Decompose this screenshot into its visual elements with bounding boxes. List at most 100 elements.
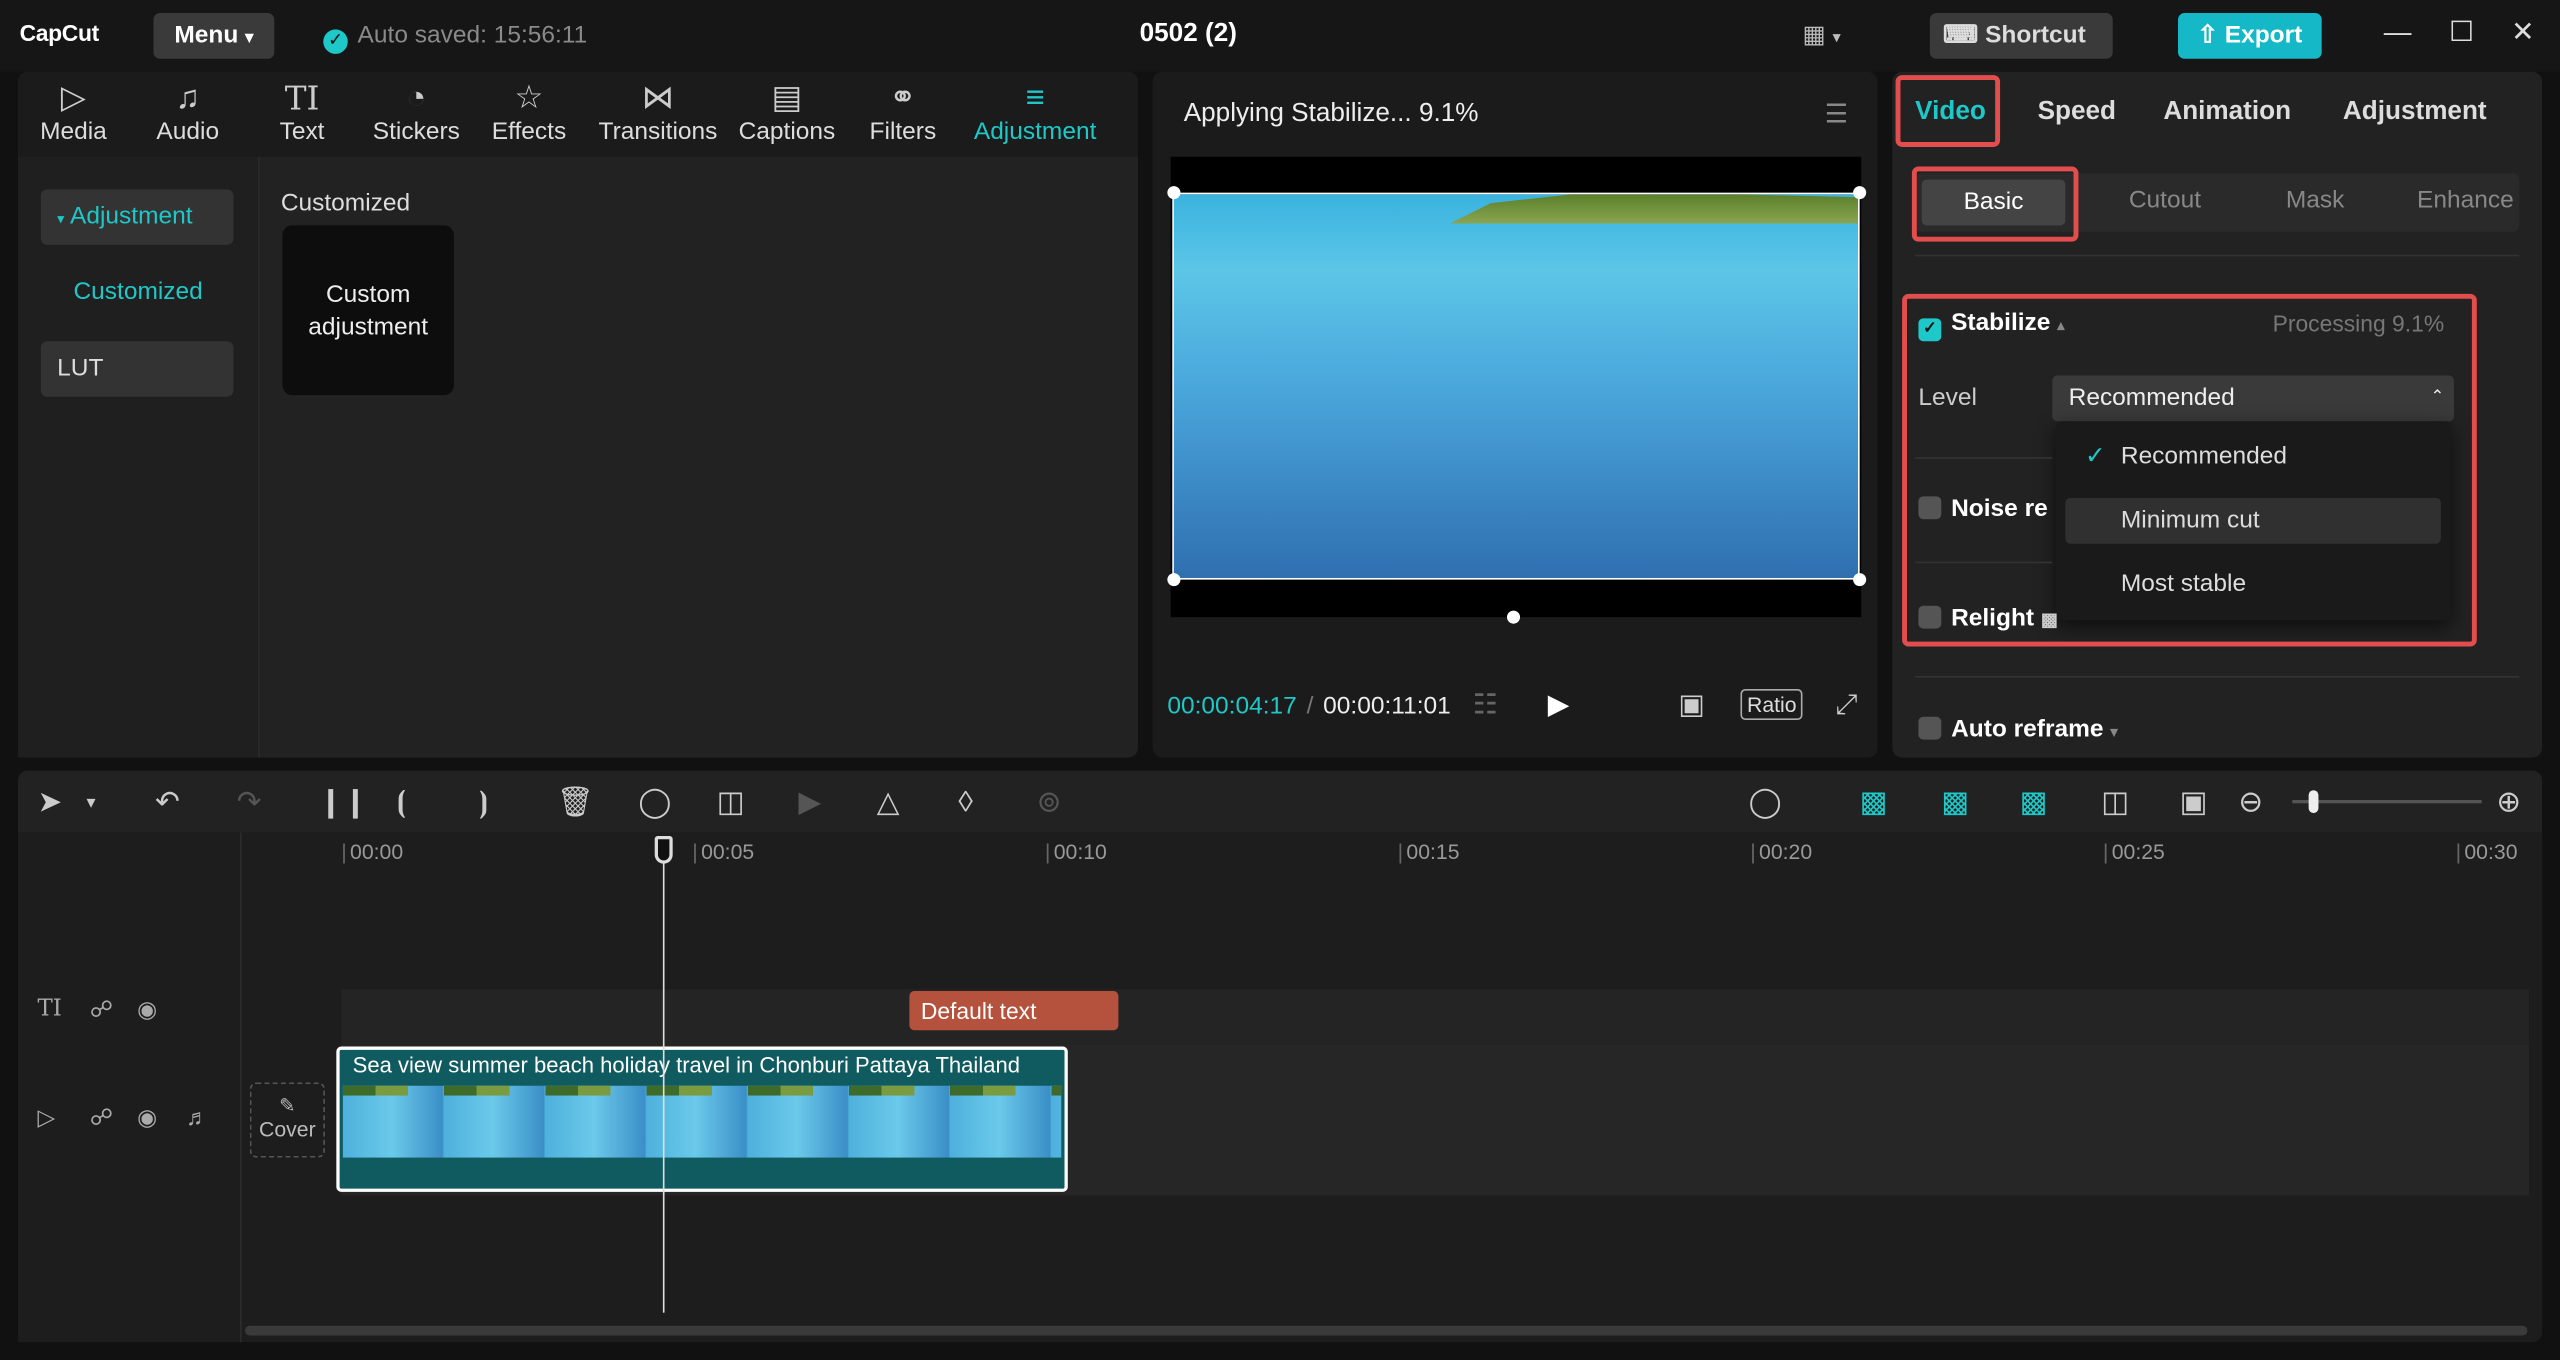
grid-view-icon[interactable]: ☷ <box>1473 689 1498 722</box>
sidebar-item-lut[interactable]: LUT <box>40 341 234 397</box>
layout-icon[interactable]: ▦ ▾ <box>1803 20 1841 49</box>
auto-reframe-toggle[interactable]: Auto reframe ▾ <box>1918 715 2118 743</box>
resize-handle[interactable] <box>1853 573 1867 587</box>
timecode: 00:00:04:17 / 00:00:11:01 <box>1167 692 1450 720</box>
tab-audio[interactable]: ♫ Audio <box>145 78 230 145</box>
mirror-icon[interactable]: △ <box>877 785 900 819</box>
chevron-down-icon: ▾ <box>245 29 254 48</box>
tab-text[interactable]: TI Text <box>260 78 345 145</box>
undo-icon[interactable]: ↶ <box>155 785 180 819</box>
timeline-scrollbar[interactable] <box>244 1325 2528 1336</box>
eye-icon[interactable]: ◉ <box>137 1104 157 1132</box>
select-cursor-icon[interactable]: ➤ <box>38 785 63 819</box>
main-track-magnet-icon[interactable]: ▩ <box>1860 785 1888 819</box>
zoom-slider[interactable] <box>2292 800 2482 804</box>
tab-animation[interactable]: Animation <box>2163 98 2291 127</box>
subtab-cutout[interactable]: Cutout <box>2090 186 2240 214</box>
split-icon[interactable]: ❙❙ <box>318 785 367 819</box>
reverse-icon[interactable]: ▶ <box>798 785 821 819</box>
export-label: Export <box>2224 21 2303 49</box>
close-icon[interactable]: ✕ <box>2511 16 2534 49</box>
tab-label: Filters <box>869 117 937 146</box>
player-status: Applying Stabilize... 9.1% <box>1183 99 1479 128</box>
resize-handle[interactable] <box>1853 186 1867 200</box>
tab-adjustment[interactable]: ≡ Adjustment <box>965 78 1105 145</box>
subtab-enhance[interactable]: Enhance <box>2390 186 2540 214</box>
text-track <box>341 989 2530 1045</box>
shortcut-button[interactable]: ⌨ Shortcut <box>1929 13 2113 59</box>
properties-panel: Video Speed Animation Adjustment Basic C… <box>1892 71 2543 758</box>
eye-icon[interactable]: ◉ <box>137 996 157 1024</box>
tab-captions[interactable]: ▤ Captions <box>733 78 841 145</box>
rotate-handle[interactable] <box>1506 610 1521 624</box>
minimize-icon[interactable]: — <box>2384 16 2412 49</box>
capcut-logo: CapCut <box>19 19 100 46</box>
hamburger-icon[interactable]: ☰ <box>1825 98 1848 131</box>
subtab-mask[interactable]: Mask <box>2240 186 2390 214</box>
text-clip[interactable]: Default text <box>909 991 1119 1031</box>
resize-handle[interactable] <box>1167 573 1181 587</box>
volume-icon[interactable]: ♬ <box>186 1104 209 1130</box>
text-icon: TI <box>284 78 320 118</box>
delete-icon[interactable]: 🗑 <box>557 785 594 819</box>
sidebar-item-adjustment[interactable]: ▾ Adjustment <box>40 189 234 245</box>
highlight-box <box>1911 166 2079 242</box>
total-time: 00:00:11:01 <box>1323 692 1451 721</box>
zoom-out-icon[interactable]: ⊖ <box>2238 785 2263 819</box>
split-preview-icon[interactable]: ◫ <box>2101 785 2129 819</box>
tab-media[interactable]: ▷ Media <box>31 78 116 145</box>
text-track-icon: TI <box>37 995 62 1023</box>
play-icon[interactable]: ▶ <box>1548 689 1569 722</box>
menu-button[interactable]: Menu ▾ <box>153 13 275 59</box>
tab-adjustment-props[interactable]: Adjustment <box>2343 98 2487 127</box>
autosave-status: ✓ Auto saved: 15:56:11 <box>323 21 587 54</box>
video-preview-frame[interactable] <box>1172 192 1860 580</box>
media-icon: ▷ <box>60 80 87 116</box>
marker-icon[interactable]: ◯ <box>638 785 671 819</box>
resize-handle[interactable] <box>1167 186 1181 200</box>
preview-axis-icon[interactable]: ▣ <box>2180 785 2208 819</box>
freeze-icon[interactable]: ◫ <box>717 785 745 819</box>
tab-filters[interactable]: ⚭ Filters <box>860 78 945 145</box>
auto-snap-icon[interactable]: ▩ <box>1941 785 1969 819</box>
split-right-icon[interactable]: ⦘ <box>478 785 488 819</box>
playhead-handle[interactable] <box>654 835 673 864</box>
zoom-slider-handle[interactable] <box>2308 790 2319 814</box>
cover-button[interactable]: ✎ Cover <box>249 1082 325 1158</box>
tab-transitions[interactable]: ⋈ Transitions <box>593 78 724 145</box>
clip-thumbnails <box>342 1085 1062 1158</box>
tab-effects[interactable]: ☆ Effects <box>483 78 574 145</box>
tab-label: Transitions <box>598 117 718 146</box>
crop-icon[interactable]: ⊚ <box>1037 785 1062 819</box>
tab-stickers[interactable]: ◔ Stickers <box>366 78 467 145</box>
microphone-icon[interactable]: ◯ <box>1749 785 1782 819</box>
autosave-text: Auto saved: 15:56:11 <box>357 21 588 49</box>
playhead[interactable] <box>662 849 665 1313</box>
highlight-box <box>1895 75 2001 147</box>
sidebar-item-customized[interactable]: Customized <box>41 264 234 320</box>
edit-icon: ✎ <box>279 1093 296 1117</box>
rotate-icon[interactable]: ◊ <box>958 785 973 819</box>
maximize-icon[interactable]: ☐ <box>2449 16 2474 49</box>
tab-speed[interactable]: Speed <box>2038 98 2116 127</box>
split-left-icon[interactable]: ⦗ <box>397 785 407 819</box>
lock-icon[interactable]: ☍ <box>90 996 113 1024</box>
shortcut-label: Shortcut <box>1985 21 2086 49</box>
ratio-button[interactable]: Ratio <box>1740 688 1804 721</box>
ruler-tick: 00:05 <box>692 839 754 863</box>
timeline-toolbar: ➤ ▾ ↶ ↷ ❙❙ ⦗ ⦘ 🗑 ◯ ◫ ▶ △ ◊ ⊚ ◯ ▩ ▩ ▩ ◫ ▣… <box>17 770 2543 833</box>
fullscreen-icon[interactable]: ⤢ <box>1835 689 1857 722</box>
lock-icon[interactable]: ☍ <box>90 1104 113 1132</box>
project-title[interactable]: 0502 (2) <box>1140 20 1237 49</box>
tab-label: Audio <box>156 117 220 146</box>
linkage-icon[interactable]: ▩ <box>2020 785 2048 819</box>
video-clip[interactable]: Sea view summer beach holiday travel in … <box>336 1046 1068 1192</box>
ruler-tick: 00:10 <box>1045 839 1107 863</box>
zoom-in-icon[interactable]: ⊕ <box>2496 785 2521 819</box>
chevron-down-icon[interactable]: ▾ <box>87 792 96 813</box>
export-button[interactable]: ⇧ Export <box>2178 13 2322 59</box>
redo-icon[interactable]: ↷ <box>237 785 262 819</box>
fit-view-icon[interactable]: ▣ <box>1678 689 1704 722</box>
custom-adjustment-card[interactable]: Custom adjustment <box>282 225 454 396</box>
player-panel: Applying Stabilize... 9.1% ☰ 00:00:04:17… <box>1152 71 1878 758</box>
